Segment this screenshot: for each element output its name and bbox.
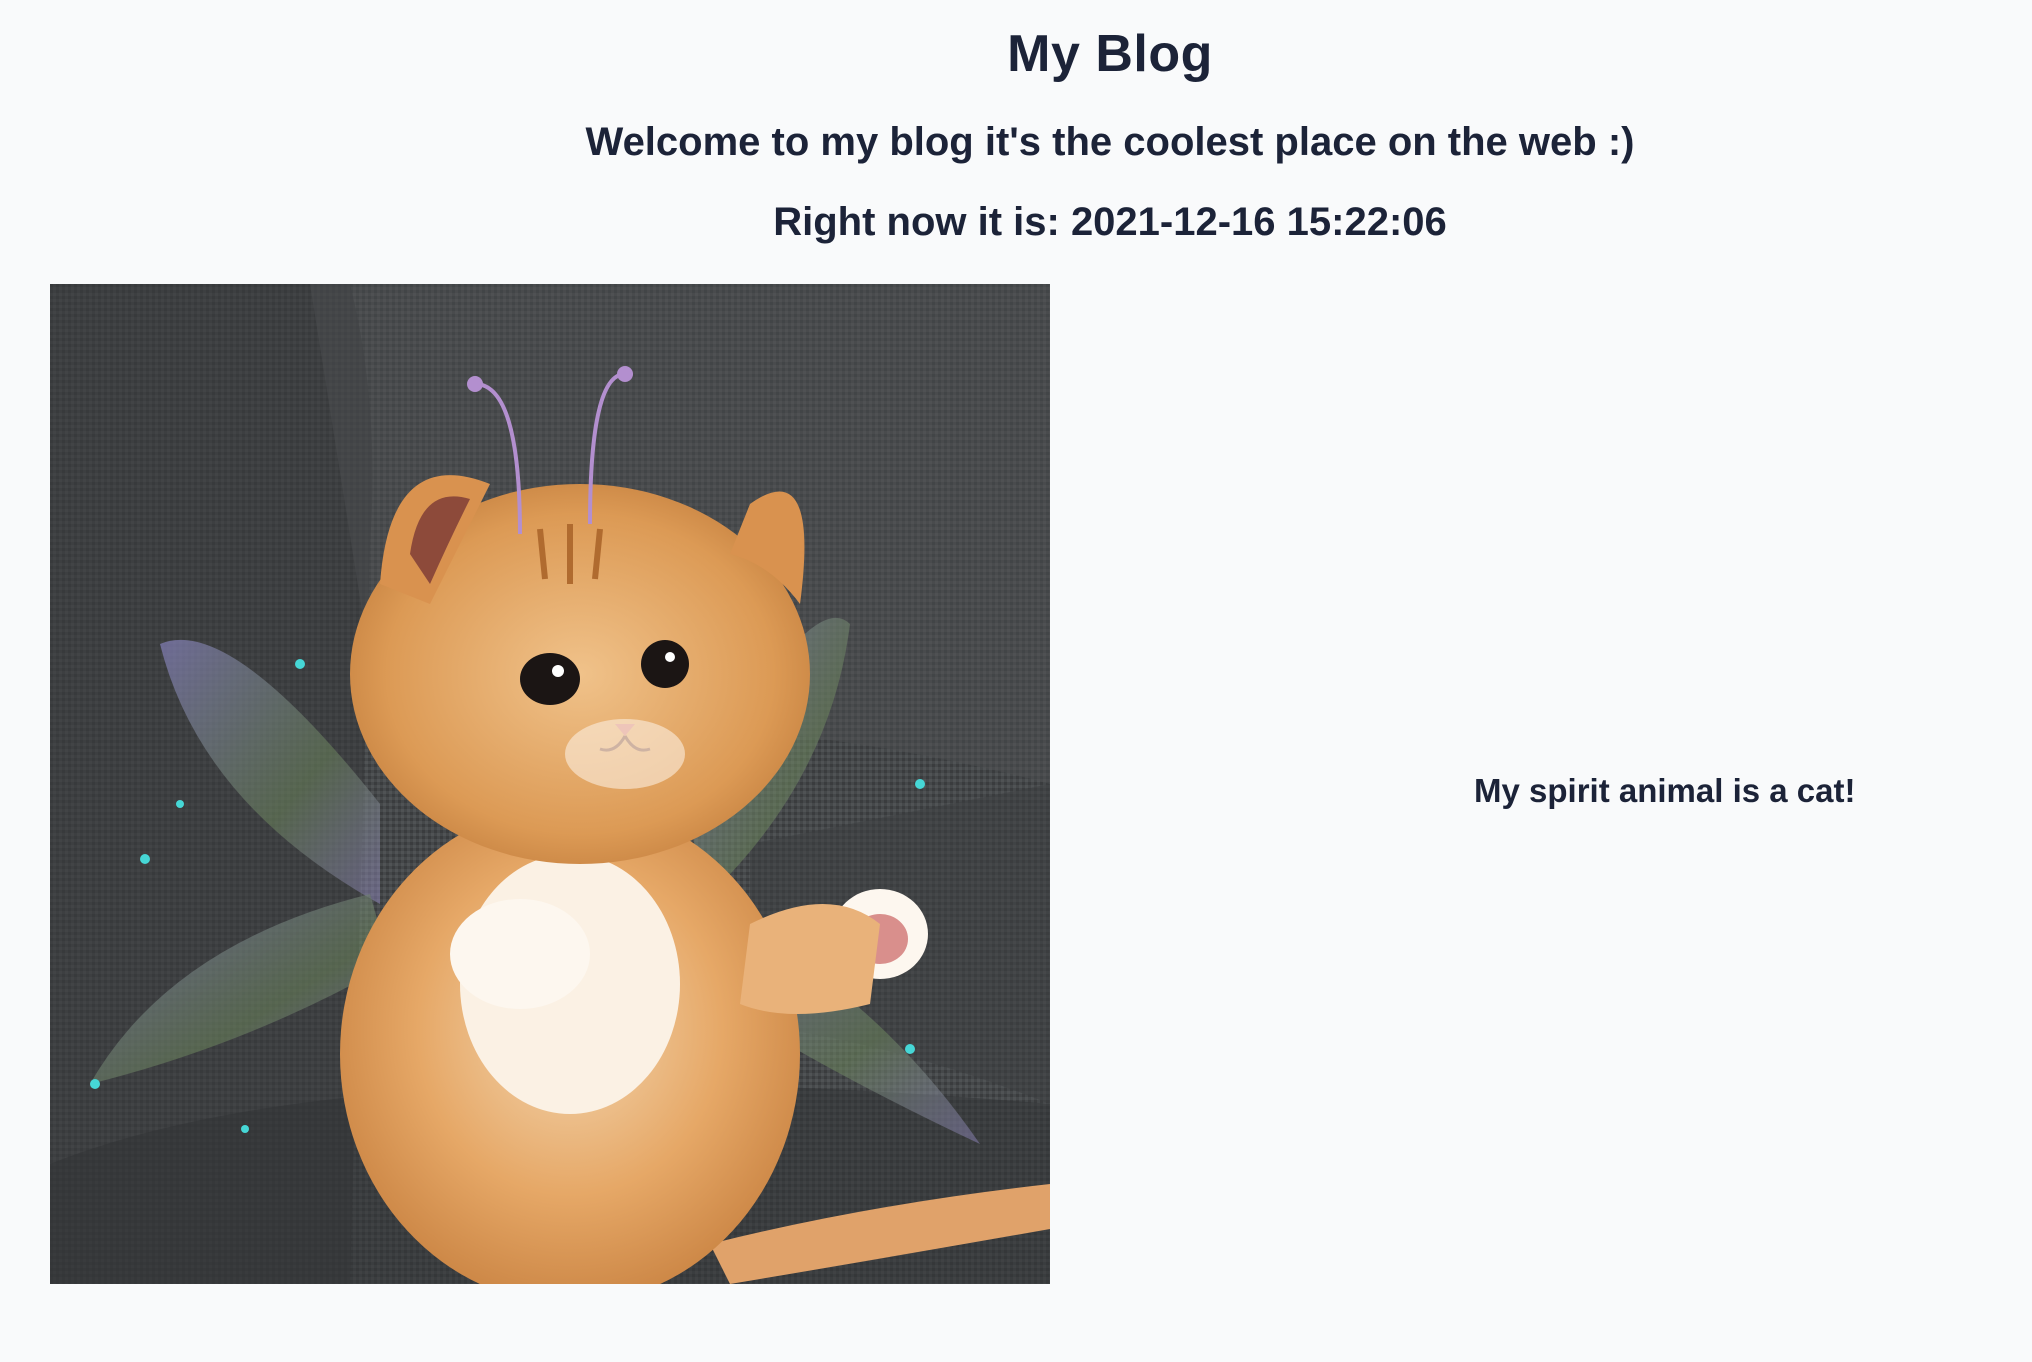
welcome-heading: Welcome to my blog it's the coolest plac…	[585, 120, 1635, 164]
image-caption: My spirit animal is a cat!	[1474, 772, 1856, 809]
kitten-illustration	[50, 284, 1050, 1284]
blog-page: My Blog Welcome to my blog it's the cool…	[0, 0, 2032, 1362]
kitten-fairy-image	[50, 284, 1050, 1284]
current-time: Right now it is: 2021-12-16 15:22:06	[773, 200, 1447, 244]
page-title: My Blog	[1007, 25, 1213, 83]
